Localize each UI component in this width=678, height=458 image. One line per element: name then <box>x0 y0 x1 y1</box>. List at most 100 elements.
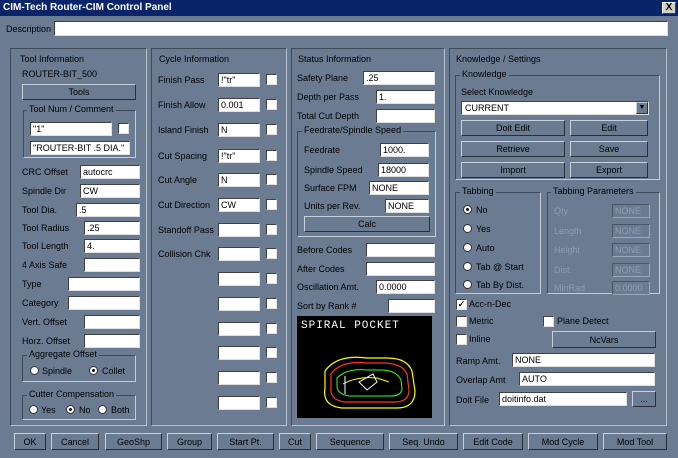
surface-fpm-input[interactable]: NONE <box>369 181 429 195</box>
group-button[interactable]: Group <box>167 433 212 450</box>
tool-num-input[interactable]: "1" <box>30 122 112 136</box>
doit-edit-button[interactable]: Doit Edit <box>461 120 565 136</box>
tools-button[interactable]: Tools <box>22 84 136 100</box>
browse-button[interactable]: ... <box>632 391 656 407</box>
calc-button[interactable]: Calc <box>304 216 430 232</box>
sort-rank-input[interactable] <box>388 299 435 313</box>
description-input[interactable] <box>54 21 668 36</box>
tool-num-checkbox[interactable] <box>118 123 129 134</box>
cycle-extra-input[interactable] <box>218 297 260 311</box>
edit-button[interactable]: Edit <box>570 120 648 136</box>
tab-at-start-radio[interactable] <box>463 262 472 271</box>
tab-height-input[interactable]: NONE <box>612 243 650 257</box>
chevron-down-icon[interactable]: ▼ <box>636 102 648 114</box>
cutter-no-radio[interactable] <box>66 405 75 414</box>
collision-chk-checkbox[interactable] <box>266 248 277 259</box>
cut-angle-input[interactable]: N <box>218 173 260 187</box>
sequence-button[interactable]: Sequence <box>316 433 384 450</box>
ncvars-button[interactable]: NcVars <box>552 331 656 348</box>
plane-detect-checkbox[interactable] <box>543 316 554 327</box>
oscillation-input[interactable]: 0.0000 <box>376 280 435 294</box>
units-per-rev-input[interactable]: NONE <box>385 199 429 213</box>
cut-direction-checkbox[interactable] <box>266 199 277 210</box>
cycle-extra-input[interactable] <box>218 346 260 360</box>
spindle-speed-input[interactable]: 18000 <box>378 163 429 177</box>
doit-file-input[interactable]: doitinfo.dat <box>499 392 627 406</box>
finish-pass-input[interactable]: !"tr" <box>218 73 260 87</box>
after-codes-input[interactable] <box>366 262 435 276</box>
tab-length-input[interactable]: NONE <box>612 224 650 238</box>
horz-offset-input[interactable] <box>84 334 140 348</box>
safety-plane-input[interactable]: .25 <box>363 71 435 85</box>
start-pt-button[interactable]: Start Pt. <box>217 433 274 450</box>
seq-undo-button[interactable]: Seq. Undo <box>389 433 458 450</box>
cycle-extra-input[interactable] <box>218 322 260 336</box>
vert-offset-input[interactable] <box>84 315 140 329</box>
tool-radius-input[interactable]: .25 <box>84 221 140 235</box>
ramp-amt-input[interactable]: NONE <box>512 353 655 367</box>
overlap-amt-input[interactable]: AUTO <box>519 372 655 386</box>
standoff-pass-input[interactable] <box>218 223 260 237</box>
tabbing-yes-radio[interactable] <box>463 224 472 233</box>
knowledge-select[interactable]: CURRENT ▼ <box>461 101 649 115</box>
before-codes-input[interactable] <box>366 243 435 257</box>
inline-checkbox[interactable] <box>456 334 467 345</box>
tool-comment-input[interactable]: "ROUTER-BIT .5 DIA." <box>30 141 130 155</box>
cycle-extra-checkbox[interactable] <box>266 323 277 334</box>
save-button[interactable]: Save <box>570 141 648 157</box>
ok-button[interactable]: OK <box>14 433 46 450</box>
cutter-both-radio[interactable] <box>98 405 107 414</box>
retrieve-button[interactable]: Retrieve <box>461 141 565 157</box>
axis-safe-input[interactable] <box>84 258 140 272</box>
tabbing-no-radio[interactable] <box>463 205 472 214</box>
island-finish-input[interactable]: N <box>218 123 260 137</box>
cycle-extra-input[interactable] <box>218 272 260 286</box>
cut-spacing-checkbox[interactable] <box>266 150 277 161</box>
cycle-extra-input[interactable] <box>218 371 260 385</box>
cycle-extra-checkbox[interactable] <box>266 372 277 383</box>
tab-dist-input[interactable]: NONE <box>612 263 650 277</box>
finish-allow-checkbox[interactable] <box>266 99 277 110</box>
cutter-comp-title: Cutter Compensation <box>27 389 117 399</box>
finish-pass-checkbox[interactable] <box>266 74 277 85</box>
spindle-radio[interactable] <box>30 366 39 375</box>
cut-angle-checkbox[interactable] <box>266 174 277 185</box>
category-input[interactable] <box>68 296 140 310</box>
cycle-extra-checkbox[interactable] <box>266 273 277 284</box>
finish-allow-input[interactable]: 0.001 <box>218 98 260 112</box>
cycle-extra-checkbox[interactable] <box>266 298 277 309</box>
cut-direction-input[interactable]: CW <box>218 198 260 212</box>
cutter-yes-radio[interactable] <box>29 405 38 414</box>
import-button[interactable]: Import <box>461 162 565 178</box>
standoff-pass-checkbox[interactable] <box>266 224 277 235</box>
cut-button[interactable]: Cut <box>279 433 311 450</box>
collision-chk-input[interactable] <box>218 247 260 261</box>
mod-cycle-button[interactable]: Mod Cycle <box>528 433 598 450</box>
cycle-extra-input[interactable] <box>218 396 260 410</box>
spindle-dir-input[interactable]: CW <box>80 184 140 198</box>
mod-tool-button[interactable]: Mod Tool <box>603 433 667 450</box>
crc-offset-input[interactable]: autocrc <box>80 165 140 179</box>
tab-by-dist-radio[interactable] <box>463 280 472 289</box>
tab-qty-input[interactable]: NONE <box>612 204 650 218</box>
island-finish-checkbox[interactable] <box>266 124 277 135</box>
type-input[interactable] <box>68 277 140 291</box>
cycle-extra-checkbox[interactable] <box>266 397 277 408</box>
tabbing-auto-radio[interactable] <box>463 243 472 252</box>
close-icon[interactable]: X <box>662 2 676 14</box>
cut-spacing-input[interactable]: !"tr" <box>218 149 260 163</box>
edit-code-button[interactable]: Edit Code <box>463 433 523 450</box>
export-button[interactable]: Export <box>570 162 648 178</box>
tab-minrad-input[interactable]: 0.0000 <box>612 281 650 295</box>
cancel-button[interactable]: Cancel <box>51 433 99 450</box>
depth-per-pass-input[interactable]: 1. <box>376 90 435 104</box>
tool-dia-input[interactable]: .5 <box>76 203 140 217</box>
acc-n-dec-checkbox[interactable]: ✓ <box>456 299 467 310</box>
metric-checkbox[interactable] <box>456 316 467 327</box>
feedrate-input[interactable]: 1000. <box>380 143 429 157</box>
geoshp-button[interactable]: GeoShp <box>105 433 162 450</box>
tool-length-input[interactable]: 4. <box>84 239 140 253</box>
collet-radio[interactable] <box>89 366 98 375</box>
total-cut-depth-input[interactable] <box>376 109 435 123</box>
cycle-extra-checkbox[interactable] <box>266 347 277 358</box>
